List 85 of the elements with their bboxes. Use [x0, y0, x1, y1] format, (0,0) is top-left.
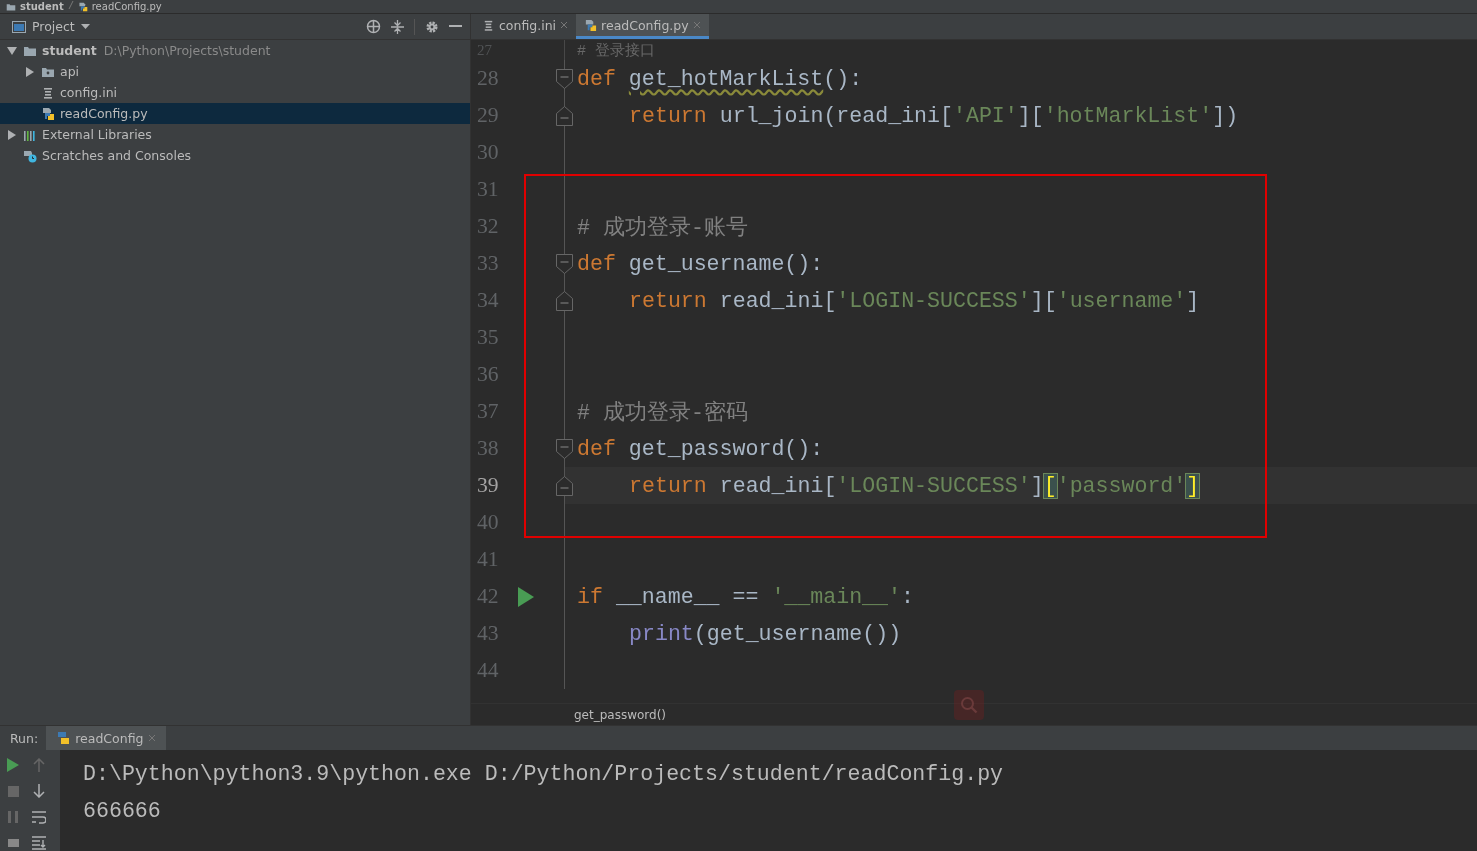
code-line: # 成功登录-密码 [576, 399, 749, 427]
run-tab[interactable]: readConfig [46, 726, 167, 750]
console-output-line: D:\Python\python3.9\python.exe D:/Python/Projects/student/readConfig.py [83, 761, 1005, 788]
python-file-icon [584, 18, 598, 32]
up-arrow-icon[interactable] [33, 758, 45, 772]
scratch-console-icon [23, 148, 37, 163]
tree-row[interactable]: Scratches and Consoles [0, 145, 470, 166]
line-number: 38 [476, 436, 500, 461]
project-path: D:\Python\Projects\student [103, 43, 271, 58]
line-number: 42 [476, 584, 500, 609]
code-line: def get_username(): [576, 250, 825, 278]
run-icon[interactable] [518, 586, 534, 607]
tree-row[interactable]: External Libraries [0, 124, 470, 145]
window-icon [12, 20, 26, 33]
text-file-icon [482, 18, 495, 32]
code-line: return read_ini['LOGIN-SUCCESS']['username'] [628, 287, 1201, 315]
editor-tab[interactable]: readConfig.py [576, 14, 709, 39]
settings-icon[interactable] [425, 19, 439, 34]
line-number: 33 [476, 251, 500, 276]
code-line: print(get_username()) [628, 620, 903, 648]
fold-marker-icon[interactable] [556, 475, 573, 496]
fold-marker-icon[interactable] [556, 290, 573, 311]
soft-wrap-icon[interactable] [32, 810, 46, 824]
tree-item-label: api [60, 64, 80, 79]
expand-arrow-icon[interactable] [8, 129, 16, 140]
fold-marker-icon[interactable] [556, 68, 573, 89]
tree-row[interactable]: readConfig.py [0, 103, 470, 124]
fold-marker-icon[interactable] [556, 438, 573, 459]
python-file-icon [77, 1, 88, 12]
expand-arrow-icon[interactable] [7, 46, 17, 55]
tree-item-label: student [42, 43, 97, 58]
line-number: 41 [476, 547, 500, 572]
editor-tab[interactable]: config.ini [474, 14, 577, 39]
code-line: if __name__ == '__main__': [576, 583, 915, 611]
pause-icon[interactable] [8, 811, 18, 823]
breadcrumb-item[interactable]: student [20, 0, 64, 13]
tree-row[interactable]: config.ini [0, 82, 470, 103]
stop-icon[interactable] [7, 839, 19, 847]
code-line: def get_hotMarkList(): [576, 65, 864, 93]
line-number: 32 [476, 214, 500, 239]
line-number: 29 [476, 103, 500, 128]
line-number: 39 [476, 473, 500, 498]
stop-icon[interactable] [7, 785, 19, 797]
line-number: 34 [476, 288, 500, 313]
close-icon[interactable] [560, 21, 569, 29]
line-number: 36 [476, 362, 500, 387]
folder-icon [6, 1, 16, 12]
tree-row[interactable]: student D:\Python\Projects\student [0, 40, 470, 61]
dropdown-caret-icon[interactable] [80, 23, 90, 30]
expand-arrow-icon[interactable] [26, 66, 34, 77]
breadcrumb-separator-icon [67, 0, 74, 10]
run-icon[interactable] [7, 758, 19, 772]
tree-item-label: readConfig.py [60, 106, 148, 121]
tree-item-label: External Libraries [42, 127, 152, 142]
run-label: Run: [9, 729, 40, 748]
line-number: 43 [476, 621, 500, 646]
fold-marker-icon[interactable] [556, 105, 573, 126]
scroll-to-end-icon[interactable] [32, 836, 46, 850]
line-number: 37 [476, 399, 500, 424]
tree-item-label: config.ini [60, 85, 118, 100]
tree-item-label: Scratches and Consoles [42, 148, 192, 163]
python-file-icon [41, 106, 55, 121]
locate-icon[interactable] [366, 19, 381, 34]
line-number: 40 [476, 510, 500, 535]
collapse-icon[interactable] [391, 19, 404, 34]
code-line: return url_join(read_ini['API']['hotMarkList']) [628, 102, 1240, 130]
line-number: 31 [476, 177, 500, 202]
line-number: 44 [476, 658, 500, 683]
fold-marker-icon[interactable] [556, 253, 573, 274]
down-arrow-icon[interactable] [33, 784, 45, 798]
breadcrumb-item[interactable]: get_password() [574, 707, 667, 722]
panel-title[interactable]: Project [32, 19, 75, 34]
python-icon [56, 731, 71, 745]
code-line: # 成功登录-账号 [576, 215, 749, 242]
code-line: def get_password(): [576, 435, 825, 463]
text-file-icon [41, 85, 55, 100]
console-output-line: 666666 [83, 798, 162, 825]
breadcrumb-item[interactable]: readConfig.py [91, 0, 162, 13]
tree-row[interactable]: api [0, 61, 470, 82]
line-number: 28 [476, 66, 500, 91]
close-icon[interactable] [692, 21, 701, 29]
line-number: 35 [476, 325, 500, 350]
minimize-icon[interactable] [449, 25, 462, 28]
close-icon[interactable] [148, 734, 157, 742]
line-number: 30 [476, 140, 500, 165]
